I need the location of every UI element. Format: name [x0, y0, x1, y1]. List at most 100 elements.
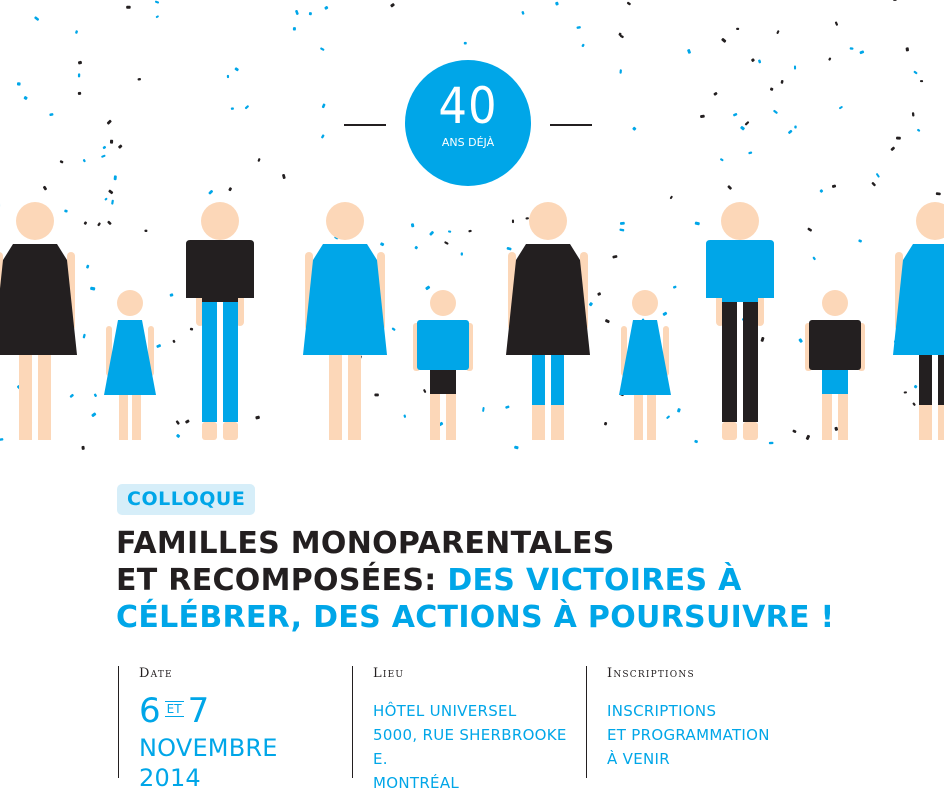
- confetti-dot: [390, 3, 395, 8]
- confetti-dot: [788, 130, 793, 135]
- confetti-dot: [632, 126, 637, 131]
- confetti-dot: [521, 11, 524, 15]
- confetti-dot: [126, 6, 131, 9]
- confetti-dot: [859, 50, 864, 54]
- confetti-dot: [770, 87, 774, 91]
- registration-text: INSCRIPTIONS ET PROGRAMMATION À VENIR: [607, 699, 807, 771]
- venue-line-1: HÔTEL UNIVERSEL: [373, 699, 583, 723]
- title-line-2: ET RECOMPOSÉES: DES VICTOIRES À: [116, 562, 836, 599]
- confetti-dot: [913, 70, 918, 74]
- confetti-dot: [555, 2, 559, 6]
- confetti-dot: [776, 30, 780, 34]
- date-month: NOVEMBRE 2014: [139, 733, 329, 793]
- confetti-dot: [234, 67, 239, 72]
- confetti-dot: [155, 15, 159, 18]
- confetti-dot: [101, 154, 106, 158]
- confetti-dot: [244, 105, 249, 110]
- confetti-dot: [758, 59, 762, 63]
- confetti-dot: [59, 160, 63, 164]
- figure-man: [706, 202, 774, 440]
- confetti-dot: [295, 10, 299, 15]
- confetti-dot: [257, 158, 260, 162]
- figure-man: [186, 202, 254, 440]
- confetti-dot: [744, 121, 749, 126]
- figure-woman: [303, 202, 387, 440]
- badge-subtitle: ANS DÉJÀ: [405, 136, 531, 150]
- confetti-dot: [917, 129, 921, 133]
- confetti-dot: [627, 1, 632, 5]
- confetti-dot: [78, 61, 82, 65]
- confetti-dot: [114, 175, 117, 180]
- confetti-dot: [687, 49, 691, 54]
- confetti-dot: [893, 0, 897, 1]
- confetti-dot: [839, 106, 843, 110]
- confetti-dot: [49, 113, 53, 116]
- figure-woman: [0, 202, 77, 440]
- confetti-dot: [118, 144, 123, 149]
- confetti-dot: [581, 43, 585, 47]
- confetti-dot: [871, 182, 876, 187]
- confetti-dot: [83, 159, 87, 163]
- confetti-dot: [309, 12, 312, 16]
- date-days: 6ET7: [139, 691, 329, 733]
- confetti-dot: [321, 134, 325, 139]
- confetti-dot: [320, 47, 325, 51]
- confetti-dot: [700, 115, 705, 119]
- confetti-dot: [828, 57, 831, 61]
- confetti-dot: [110, 140, 113, 144]
- anniversary-badge: 40 ANS DÉJÀ: [405, 60, 531, 186]
- confetti-dot: [78, 92, 82, 95]
- confetti-dot: [75, 30, 78, 34]
- confetti-dot: [282, 174, 286, 179]
- confetti-dot: [231, 107, 234, 110]
- confetti-dot: [896, 137, 901, 140]
- confetti-dot: [850, 47, 854, 50]
- confetti-dot: [748, 151, 752, 154]
- confetti-dot: [78, 73, 80, 77]
- confetti-dot: [293, 27, 296, 31]
- confetti-dot: [324, 6, 329, 10]
- venue-line-3: MONTRÉAL: [373, 771, 583, 795]
- title-line-2-dark: ET RECOMPOSÉES:: [116, 563, 437, 598]
- confetti-dot: [227, 75, 229, 78]
- confetti-dot: [794, 125, 797, 128]
- confetti-dot: [912, 112, 915, 117]
- badge-number: 40: [405, 76, 531, 136]
- figure-boy: [805, 290, 865, 440]
- confetti-dot: [906, 47, 910, 51]
- confetti-dot: [780, 80, 783, 84]
- venue-line-2: 5000, RUE SHERBROOKE E.: [373, 723, 583, 771]
- venue-address: HÔTEL UNIVERSEL 5000, RUE SHERBROOKE E. …: [373, 699, 583, 795]
- confetti-dot: [322, 103, 326, 108]
- confetti-dot: [23, 96, 28, 101]
- confetti-dot: [619, 69, 622, 74]
- registration-heading: Inscriptions: [607, 666, 807, 681]
- confetti-dot: [876, 173, 880, 178]
- badge-right-line: [550, 124, 592, 126]
- registration-column: Inscriptions INSCRIPTIONS ET PROGRAMMATI…: [586, 666, 807, 778]
- confetti-dot: [835, 21, 839, 26]
- figure-boy: [413, 290, 473, 440]
- confetti-dot: [17, 82, 21, 85]
- venue-heading: Lieu: [373, 666, 583, 681]
- confetti-dot: [102, 146, 106, 150]
- title-line-1: FAMILLES MONOPARENTALES: [116, 525, 836, 562]
- date-column: Date 6ET7 NOVEMBRE 2014: [118, 666, 329, 778]
- family-illustration: [0, 190, 944, 450]
- registration-line-3: À VENIR: [607, 747, 807, 771]
- figure-woman: [506, 202, 590, 440]
- registration-line-1: INSCRIPTIONS: [607, 699, 807, 723]
- confetti-dot: [106, 119, 112, 125]
- confetti-dot: [740, 126, 745, 131]
- confetti-dot: [464, 42, 467, 45]
- confetti-dot: [832, 184, 837, 188]
- event-title: FAMILLES MONOPARENTALES ET RECOMPOSÉES: …: [116, 525, 836, 636]
- confetti-dot: [721, 38, 727, 43]
- confetti-dot: [920, 80, 923, 82]
- confetti-dot: [733, 113, 738, 117]
- event-type-tag: COLLOQUE: [117, 484, 255, 515]
- figure-girl: [104, 290, 156, 440]
- confetti-dot: [713, 92, 718, 96]
- confetti-dot: [890, 146, 895, 151]
- title-line-3: CÉLÉBRER, DES ACTIONS À POURSUIVRE !: [116, 599, 836, 636]
